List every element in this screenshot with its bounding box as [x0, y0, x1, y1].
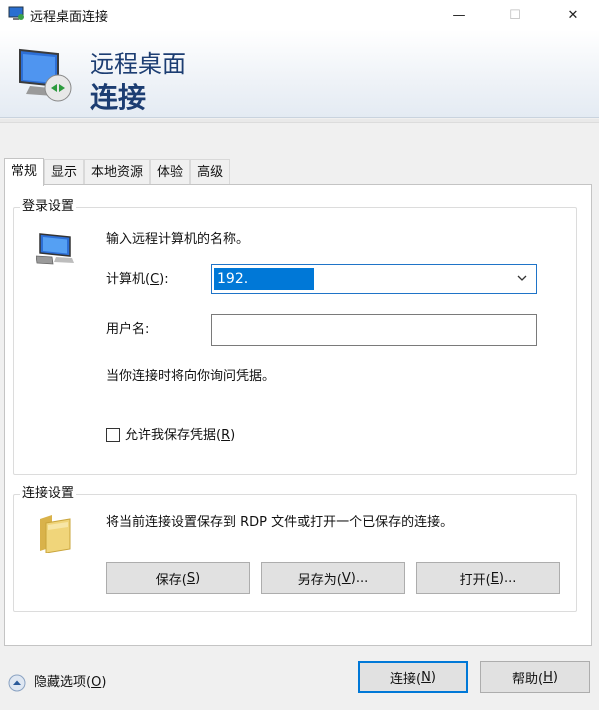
connection-settings-legend: 连接设置 — [20, 486, 77, 502]
chevron-down-icon[interactable] — [516, 272, 528, 284]
connection-settings-group: 连接设置 将当前连接设置保存到 RDP 文件或打开一个已保存的连接。 保存(S)… — [13, 486, 577, 612]
computer-combobox[interactable]: 192. — [211, 264, 537, 294]
banner-divider — [0, 119, 599, 123]
username-field[interactable] — [211, 314, 537, 346]
collapse-arrow-icon[interactable] — [8, 674, 26, 692]
credentials-notice: 当你连接时将向你询问凭据。 — [106, 369, 276, 384]
computer-name-instruction: 输入远程计算机的名称。 — [106, 232, 250, 247]
maximize-button[interactable]: ☐ — [492, 0, 538, 30]
window-title: 远程桌面连接 — [30, 10, 109, 25]
close-button[interactable]: ✕ — [550, 0, 596, 30]
save-credentials-label[interactable]: 允许我保存凭据(R) — [125, 428, 235, 444]
tab-experience[interactable]: 体验 — [150, 159, 191, 185]
banner-title-line2: 连接 — [90, 81, 147, 114]
folder-icon — [40, 515, 71, 553]
login-settings-group: 登录设置 输入远程计算机的名称。 计算机(C): 192. 用户名: 当你连接时… — [13, 199, 577, 475]
tab-display[interactable]: 显示 — [44, 159, 85, 185]
login-settings-legend: 登录设置 — [20, 199, 77, 215]
help-button[interactable]: 帮助(H) — [480, 661, 590, 693]
connect-button[interactable]: 连接(N) — [358, 661, 468, 693]
tab-advanced[interactable]: 高级 — [190, 159, 231, 185]
remote-desktop-logo-icon — [19, 48, 72, 102]
minimize-button[interactable]: — — [436, 0, 482, 30]
header-banner: 远程桌面 连接 — [0, 30, 599, 118]
save-credentials-checkbox[interactable] — [106, 428, 120, 442]
username-label: 用户名: — [106, 322, 150, 337]
title-bar: 远程桌面连接 — ☐ ✕ — [0, 0, 599, 30]
remote-desktop-app-icon — [8, 6, 24, 20]
tab-local-resources[interactable]: 本地资源 — [84, 159, 151, 185]
hide-options-link[interactable]: 隐藏选项(O) — [34, 675, 106, 691]
computer-icon — [36, 233, 74, 265]
computer-label: 计算机(C): — [106, 272, 169, 287]
save-button[interactable]: 保存(S) — [106, 562, 250, 594]
tab-panel-general: 登录设置 输入远程计算机的名称。 计算机(C): 192. 用户名: 当你连接时… — [4, 184, 592, 646]
computer-input-value[interactable]: 192. — [214, 268, 314, 290]
tab-bar: 常规 显示 本地资源 体验 高级 — [4, 158, 231, 186]
open-button[interactable]: 打开(E)... — [416, 562, 560, 594]
save-as-button[interactable]: 另存为(V)... — [261, 562, 405, 594]
tab-general[interactable]: 常规 — [4, 158, 45, 186]
banner-title-line1: 远程桌面 — [90, 50, 186, 78]
connection-settings-description: 将当前连接设置保存到 RDP 文件或打开一个已保存的连接。 — [106, 515, 454, 530]
